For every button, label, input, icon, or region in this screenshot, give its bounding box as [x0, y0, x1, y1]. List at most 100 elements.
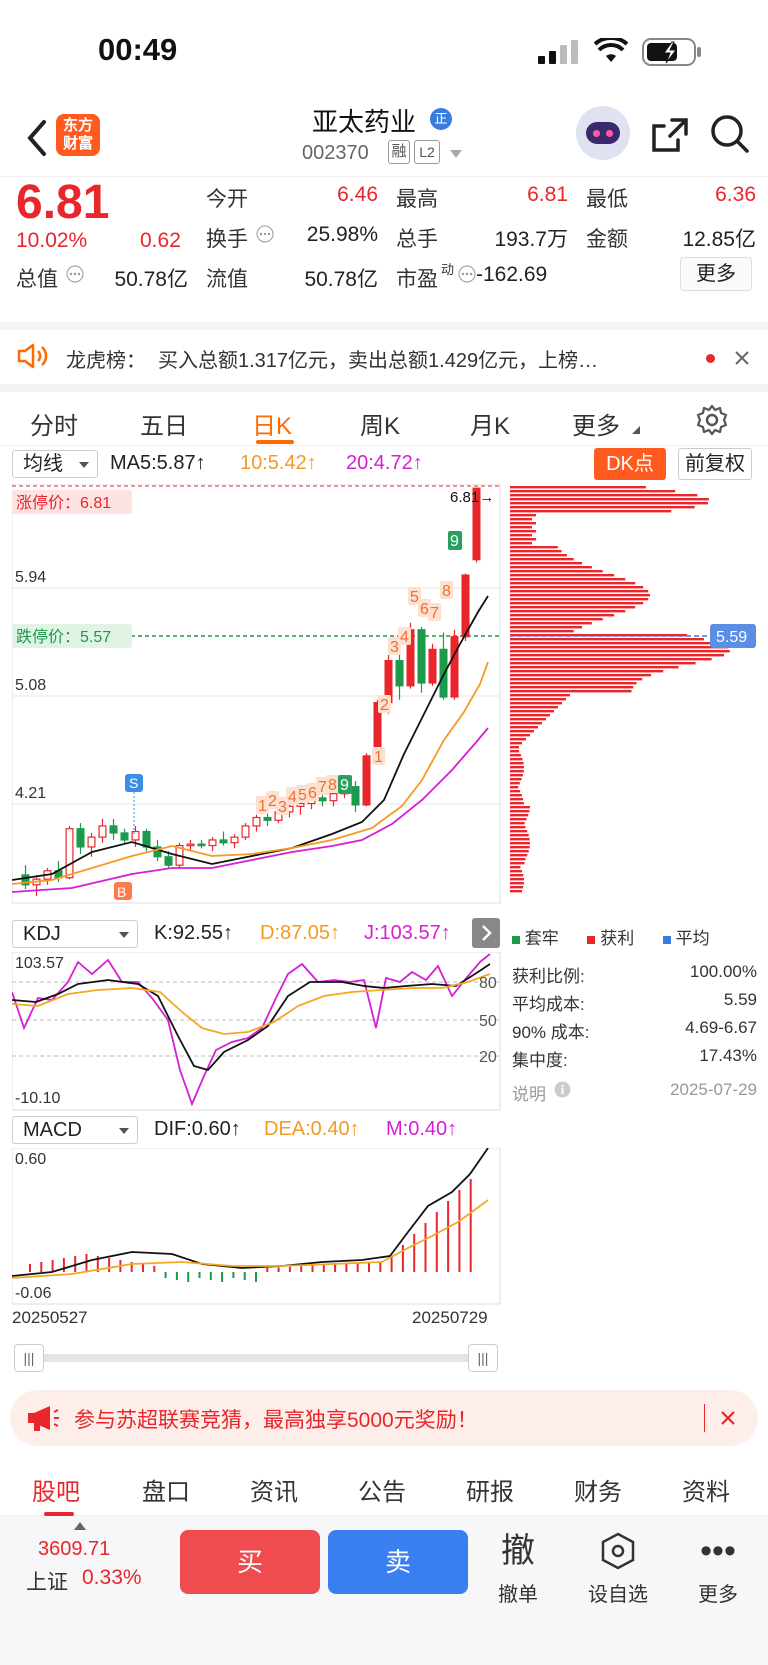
chip-bar: [510, 790, 521, 793]
chip-bar: [510, 574, 615, 577]
tab-weekly-k[interactable]: 周K: [360, 406, 400, 441]
market-cap-value: 50.78亿: [114, 268, 188, 291]
chip-bar: [510, 762, 524, 765]
chip-note-row: 说明 2025-07-29: [512, 1080, 757, 1105]
chip-bar: [510, 890, 522, 893]
app-logo[interactable]: 东方 财富: [56, 114, 100, 156]
collapse-panel-button[interactable]: [472, 918, 500, 948]
high-label: 最高: [396, 188, 438, 211]
td-sequence-number: 4: [400, 629, 409, 646]
add-watchlist-button[interactable]: 设自选: [578, 1530, 658, 1607]
info-dots-icon[interactable]: [256, 225, 274, 243]
range-slider-left-handle[interactable]: |||: [14, 1344, 44, 1372]
back-icon[interactable]: [24, 118, 48, 158]
more-button[interactable]: 更多: [680, 257, 752, 291]
open-value: 6.46: [337, 183, 378, 206]
kdj-j-line: [12, 953, 491, 1107]
candle: [241, 825, 250, 838]
tab-daily-k[interactable]: 日K: [252, 406, 292, 441]
cancel-order-button[interactable]: 撤 撤单: [478, 1530, 558, 1607]
index-value[interactable]: 3609.71: [38, 1538, 110, 1561]
chip-bar: [510, 698, 566, 701]
dk-point-button[interactable]: DK点: [594, 448, 666, 480]
promo-banner[interactable]: 参与苏超联赛竞猜，最高独享5000元奖励！: [10, 1390, 758, 1446]
kdj-indicator-select[interactable]: KDJ: [12, 920, 138, 948]
date-start-label: 20250527: [12, 1308, 88, 1327]
forward-adjust-button[interactable]: 前复权: [678, 448, 752, 480]
buy-signal-marker: B: [117, 884, 126, 900]
chip-average-label: 5.59: [716, 629, 747, 646]
tab-intraday[interactable]: 分时: [30, 406, 78, 441]
tab-more[interactable]: 更多: [572, 406, 620, 441]
chip-bar: [510, 618, 603, 621]
active-tab-indicator: [256, 440, 294, 444]
ma-indicator-select[interactable]: 均线: [12, 450, 98, 478]
clock: 00:49: [98, 32, 178, 67]
chip-legend: 套牢 获利 平均: [512, 924, 710, 949]
stock-code: 002370: [302, 142, 369, 164]
battery-icon: [642, 38, 701, 66]
buy-button[interactable]: 买: [180, 1530, 320, 1594]
tab-research[interactable]: 研报: [466, 1472, 514, 1507]
info-icon[interactable]: [554, 1081, 571, 1098]
tab-profile[interactable]: 资料: [682, 1472, 730, 1507]
dragon-tiger-notice[interactable]: 龙虎榜： 买入总额1.317亿元，卖出总额1.429亿元，上榜…: [0, 322, 768, 382]
range-slider-right-handle[interactable]: |||: [468, 1344, 498, 1372]
info-dots-icon[interactable]: [66, 265, 84, 283]
search-icon[interactable]: [710, 114, 750, 154]
high-value: 6.81: [527, 183, 568, 206]
ma5-legend: MA5:5.87↑: [110, 452, 206, 474]
close-icon[interactable]: [720, 1410, 736, 1426]
y-tick-label: 5.94: [15, 569, 46, 586]
more-actions-button[interactable]: ••• 更多: [678, 1530, 758, 1607]
volume-value: 193.7万: [494, 228, 568, 251]
chip-bar: [510, 666, 679, 669]
macd-indicator-select[interactable]: MACD: [12, 1116, 138, 1144]
caret-up-icon[interactable]: [74, 1522, 86, 1530]
settings-gear-icon[interactable]: [696, 404, 728, 436]
wifi-icon: [594, 38, 628, 62]
chip-bar: [510, 706, 558, 709]
avg-cost-row: 平均成本: 5.59: [512, 990, 757, 1014]
chip-bar: [510, 538, 536, 541]
kline-chart[interactable]: 6.81→ 涨停价：6.81 跌停价：5.57 5.94 5.08 4.21 S…: [12, 484, 502, 904]
candle: [219, 839, 228, 844]
chip-bar: [510, 726, 538, 729]
tab-financials[interactable]: 财务: [574, 1472, 622, 1507]
chip-bar: [510, 694, 570, 697]
open-label: 今开: [206, 188, 248, 211]
chip-bar: [510, 662, 696, 665]
kdj-j-legend: J:103.57↑: [364, 922, 451, 944]
candle: [164, 856, 173, 866]
chip-bar: [510, 578, 626, 581]
tab-orderbook[interactable]: 盘口: [142, 1472, 190, 1507]
candle: [186, 843, 195, 847]
chip-bar: [510, 558, 574, 561]
level2-tag: L2: [414, 140, 440, 164]
share-icon[interactable]: [650, 116, 690, 154]
kdj-bottom-label: -10.10: [15, 1090, 60, 1107]
chip-bar: [510, 782, 520, 785]
sell-signal-marker: S: [129, 775, 138, 791]
robot-assistant-icon[interactable]: [576, 106, 630, 160]
explain-link[interactable]: 说明: [512, 1085, 546, 1104]
tab-announcements[interactable]: 公告: [358, 1472, 406, 1507]
cost90-row: 90% 成本: 4.69-6.67: [512, 1018, 757, 1042]
tab-monthly-k[interactable]: 月K: [470, 406, 510, 441]
td-sequence-number: 1: [374, 749, 383, 766]
info-dots-icon[interactable]: [458, 265, 476, 283]
tab-forum[interactable]: 股吧: [32, 1472, 80, 1507]
td-sequence-number: 6: [308, 785, 317, 802]
tab-five-day[interactable]: 五日: [140, 406, 188, 441]
candle: [318, 797, 327, 802]
tab-news[interactable]: 资讯: [250, 1472, 298, 1507]
candle: [329, 793, 338, 802]
range-slider-track[interactable]: [14, 1354, 498, 1362]
chip-bar: [510, 670, 664, 673]
sell-button[interactable]: 卖: [328, 1530, 468, 1594]
chip-bar: [510, 714, 550, 717]
kdj-level-label: 50: [479, 1013, 497, 1030]
close-icon[interactable]: [734, 350, 750, 366]
dropdown-icon[interactable]: [450, 150, 462, 158]
chip-bar: [510, 614, 615, 617]
